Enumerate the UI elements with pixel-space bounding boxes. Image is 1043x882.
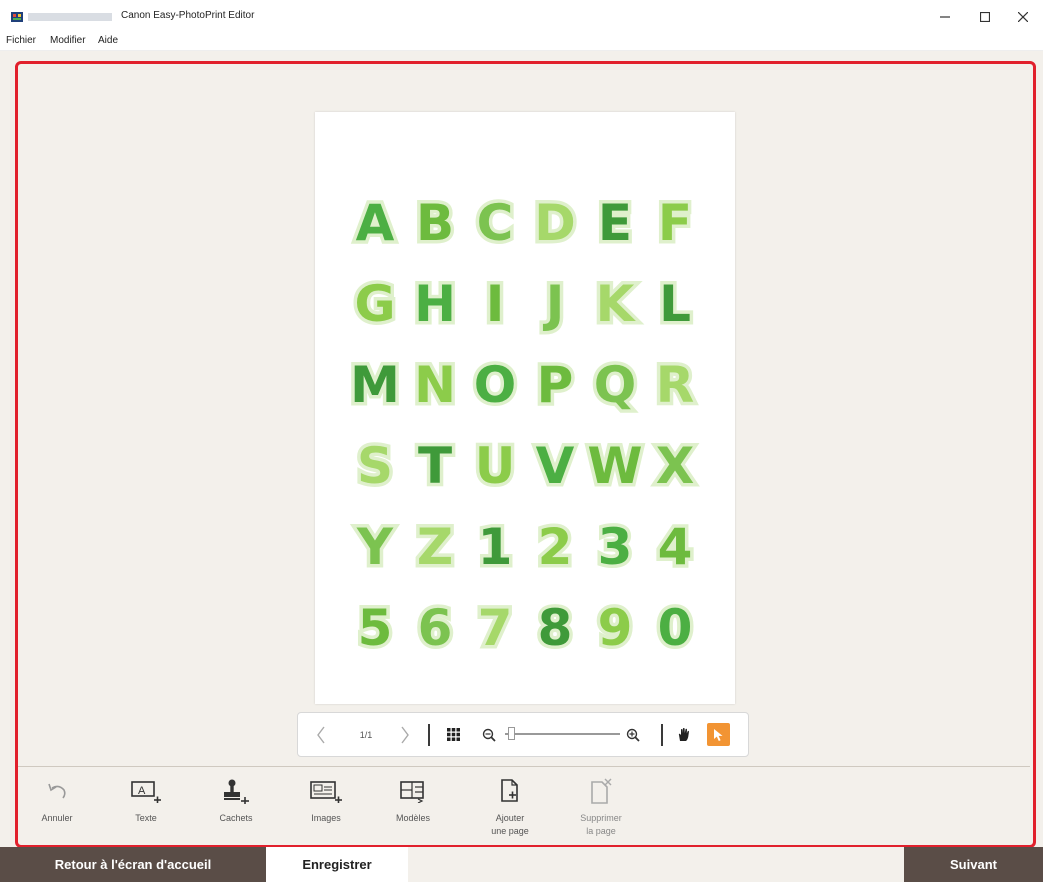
- zoom-out-button[interactable]: [478, 713, 500, 756]
- minimize-button[interactable]: [925, 6, 965, 28]
- glyph-artwork[interactable]: Y: [345, 506, 405, 587]
- grid-view-icon: [446, 728, 460, 741]
- menu-help[interactable]: Aide: [98, 35, 118, 46]
- undo-label: Annuler: [41, 813, 73, 823]
- glyph-artwork[interactable]: H: [405, 263, 465, 344]
- glyph-artwork[interactable]: E: [585, 182, 645, 263]
- glyph-artwork[interactable]: N: [405, 344, 465, 425]
- add-stamp-button[interactable]: Cachets: [196, 776, 276, 842]
- pointer-tool-button[interactable]: [707, 723, 730, 746]
- glyph-artwork[interactable]: Z: [405, 506, 465, 587]
- glyph-artwork[interactable]: L: [645, 263, 705, 344]
- zoom-out-icon: [482, 728, 496, 742]
- next-page-button[interactable]: [392, 713, 418, 756]
- chevron-right-icon: [401, 726, 409, 743]
- glyph-artwork[interactable]: C: [465, 182, 525, 263]
- glyph-artwork[interactable]: G: [345, 263, 405, 344]
- glyph-artwork[interactable]: O: [465, 344, 525, 425]
- glyph-artwork[interactable]: 7: [465, 587, 525, 668]
- glyph-artwork[interactable]: T: [405, 425, 465, 506]
- glyph-artwork[interactable]: F: [645, 182, 705, 263]
- maximize-icon: [980, 12, 990, 22]
- zoom-slider-thumb[interactable]: [508, 727, 515, 740]
- chevron-left-icon: [317, 726, 325, 743]
- glyph-artwork[interactable]: J: [525, 263, 585, 344]
- glyph-artwork[interactable]: Q: [585, 344, 645, 425]
- save-button[interactable]: Enregistrer: [266, 847, 408, 882]
- add-page-button[interactable]: Ajouter une page: [470, 776, 550, 842]
- hand-tool-button[interactable]: [672, 713, 696, 756]
- glyph-artwork[interactable]: X: [645, 425, 705, 506]
- glyph-artwork[interactable]: 0: [645, 587, 705, 668]
- add-page-icon: [501, 779, 518, 802]
- alphabet-artwork: ABCDEF GHIJKL MNOPQR STUVWX YZ1234 567890: [345, 182, 705, 668]
- add-image-button[interactable]: Images: [286, 776, 366, 842]
- add-text-label: Texte: [135, 813, 157, 823]
- templates-button[interactable]: Modèles: [373, 776, 453, 842]
- glyph-artwork[interactable]: 8: [525, 587, 585, 668]
- glyph-artwork[interactable]: W: [584, 425, 646, 506]
- close-button[interactable]: [1003, 6, 1043, 28]
- menu-edit[interactable]: Modifier: [50, 35, 86, 46]
- glyph-artwork[interactable]: D: [525, 182, 585, 263]
- app-icon: [11, 12, 23, 22]
- glyph-artwork[interactable]: 2: [525, 506, 585, 587]
- add-image-label: Images: [311, 813, 341, 823]
- add-page-label: Ajouter une page: [491, 813, 529, 836]
- page-toolbar: 1/1: [297, 712, 749, 757]
- page-list-button[interactable]: [440, 713, 466, 756]
- add-image-icon: [310, 781, 342, 803]
- add-text-button[interactable]: A Texte: [106, 776, 186, 842]
- templates-icon: [400, 781, 424, 803]
- glyph-artwork[interactable]: 3: [585, 506, 645, 587]
- glyph-artwork[interactable]: P: [525, 344, 585, 425]
- glyph-artwork[interactable]: 9: [585, 587, 645, 668]
- delete-page-icon: [591, 778, 612, 804]
- glyph-artwork[interactable]: 5: [345, 587, 405, 668]
- hand-tool-icon: [678, 727, 689, 741]
- add-stamp-icon: [224, 779, 249, 804]
- glyph-artwork[interactable]: 4: [645, 506, 705, 587]
- toolbar-divider: [661, 724, 663, 746]
- undo-button[interactable]: Annuler: [17, 776, 97, 842]
- close-icon: [1018, 12, 1028, 22]
- glyph-artwork[interactable]: K: [585, 263, 645, 344]
- window-title: Canon Easy-PhotoPrint Editor: [121, 10, 255, 21]
- back-to-home-button[interactable]: Retour à l'écran d'accueil: [0, 847, 266, 882]
- glyph-artwork[interactable]: A: [345, 182, 405, 263]
- minimize-icon: [940, 16, 950, 18]
- glyph-artwork[interactable]: U: [465, 425, 525, 506]
- svg-text:A: A: [138, 785, 146, 797]
- tools-divider: [15, 766, 1030, 767]
- glyph-artwork[interactable]: V: [525, 425, 585, 506]
- menu-bar: Fichier Modifier Aide: [0, 32, 1043, 51]
- glyph-artwork[interactable]: R: [645, 344, 705, 425]
- previous-page-button[interactable]: [308, 713, 334, 756]
- maximize-button[interactable]: [965, 6, 1005, 28]
- delete-page-button[interactable]: Supprimer la page: [561, 776, 641, 842]
- page-indicator: 1/1: [359, 729, 373, 740]
- pointer-tool-icon: [713, 728, 722, 741]
- redacted-title-prefix: [28, 13, 112, 21]
- footer-bar: Retour à l'écran d'accueil Enregistrer S…: [0, 847, 1043, 882]
- glyph-artwork[interactable]: M: [345, 344, 405, 425]
- next-button[interactable]: Suivant: [904, 847, 1043, 882]
- glyph-artwork[interactable]: I: [465, 263, 525, 344]
- delete-page-label: Supprimer la page: [580, 813, 622, 836]
- add-stamp-label: Cachets: [219, 813, 253, 823]
- title-bar: Canon Easy-PhotoPrint Editor: [0, 0, 1043, 32]
- glyph-artwork[interactable]: 1: [465, 506, 525, 587]
- glyph-artwork[interactable]: S: [345, 425, 405, 506]
- templates-label: Modèles: [395, 813, 431, 823]
- zoom-in-button[interactable]: [622, 713, 644, 756]
- menu-file[interactable]: Fichier: [6, 35, 36, 46]
- zoom-slider-track[interactable]: [505, 733, 620, 735]
- toolbar-divider: [428, 724, 430, 746]
- print-page[interactable]: ABCDEF GHIJKL MNOPQR STUVWX YZ1234 567890: [315, 112, 735, 704]
- zoom-in-icon: [626, 728, 640, 742]
- glyph-artwork[interactable]: 6: [405, 587, 465, 668]
- undo-icon: [48, 783, 66, 799]
- glyph-artwork[interactable]: B: [405, 182, 465, 263]
- add-text-icon: A: [131, 781, 161, 803]
